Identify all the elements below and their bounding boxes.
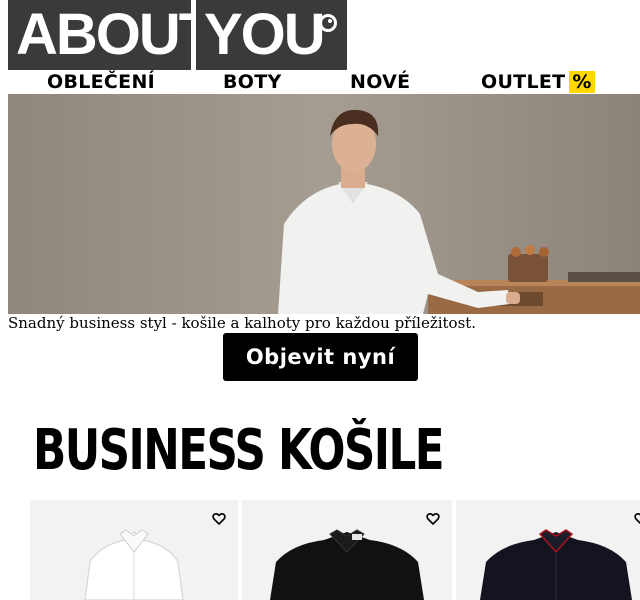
logo-you: YOU [196, 0, 347, 70]
product-card[interactable] [30, 500, 238, 600]
shirt-image-black [270, 529, 424, 600]
product-list [30, 500, 640, 600]
main-nav: OBLEČENÍ BOTY NOVÉ OUTLET% [0, 70, 640, 94]
shirt-image-navy [480, 529, 632, 600]
nav-item-obleceni[interactable]: OBLEČENÍ [47, 70, 155, 94]
logo-about-text: ABOUT [16, 2, 214, 67]
shirt-image-white [84, 529, 184, 600]
outlet-percent-badge: % [569, 71, 595, 93]
about-you-logo[interactable]: ABOUT YOU [8, 0, 347, 70]
nav-item-boty[interactable]: BOTY [223, 70, 282, 94]
section-title: BUSINESS KOŠILE [33, 418, 445, 483]
heart-icon[interactable] [212, 512, 226, 526]
hero-caption: Snadný business styl - košile a kalhoty … [8, 314, 477, 332]
heart-icon[interactable] [426, 512, 440, 526]
product-card[interactable] [242, 500, 452, 600]
logo-circle-icon [319, 14, 337, 32]
nav-item-outlet-label: OUTLET [481, 71, 566, 93]
heart-icon[interactable] [634, 512, 640, 526]
discover-now-button[interactable]: Objevit nyní [223, 333, 418, 381]
logo-about: ABOUT [8, 0, 214, 70]
logo-you-text: YOU [204, 2, 326, 67]
nav-item-nove[interactable]: NOVÉ [350, 70, 410, 94]
hero-banner-image[interactable] [8, 94, 640, 314]
nav-item-outlet[interactable]: OUTLET% [481, 70, 595, 94]
product-card[interactable] [456, 500, 640, 600]
hero-illustration [8, 94, 640, 314]
